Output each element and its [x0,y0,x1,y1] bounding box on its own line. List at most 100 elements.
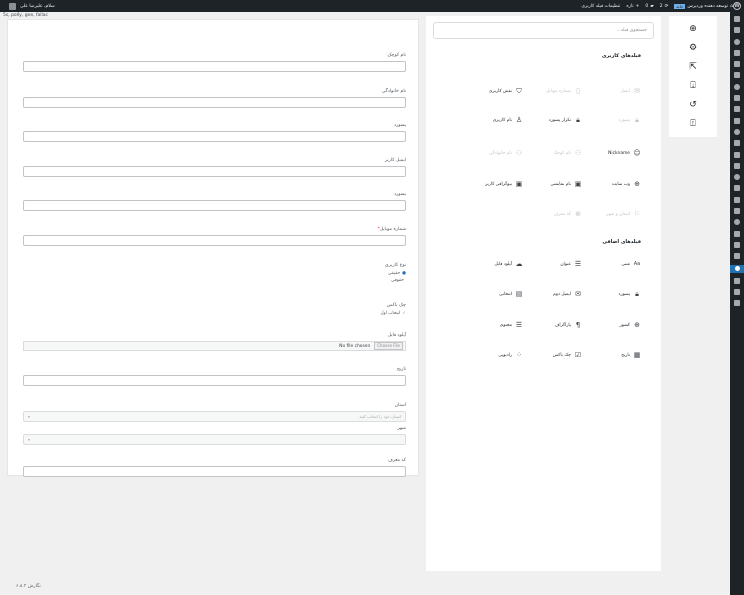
text-input[interactable] [23,97,406,108]
updates-link[interactable]: ⟳ 2 [660,4,669,9]
settings2-icon[interactable] [734,289,740,296]
field-tile[interactable]: ⊕ کشور [583,316,641,334]
admin-bar: W ⌂ توسعه دهنده وردپرس خانه ⟳ 2 ▰ 0 + تا… [0,0,744,12]
cloud-icon[interactable] [734,241,740,248]
cache-icon[interactable] [734,230,740,237]
field-search-input[interactable]: جستجوی فیلد... [433,22,654,39]
users-active-icon[interactable] [730,264,744,273]
field-tile-label: آپلود فایل [494,261,513,267]
select-icon: ▤ [515,290,523,298]
home-icon: ⌂ [730,3,733,9]
field-tile-label: چک باکس [552,352,571,358]
marketing-icon[interactable] [734,128,740,135]
field-tile[interactable]: ✉ ایمیل [583,82,641,100]
radio-dot-icon: ● [402,271,406,276]
field-tile[interactable]: ⛉ نقش کاربری [465,82,523,100]
refresh-icon: ⟳ [664,3,669,9]
feedback-icon[interactable] [734,83,740,90]
field-tile[interactable]: ☰ محتوی [465,316,523,334]
products-icon[interactable] [734,106,740,113]
smile-icon: ☺ [633,149,641,157]
field-tile-label: نام نمایشی [550,181,571,187]
field-tile[interactable]: 🔒︎ پسورد [583,285,641,303]
pin-icon[interactable] [734,38,740,45]
radio-option[interactable]: حقوقی [23,278,406,283]
field-tile[interactable]: 🔒︎ پسورد [583,111,641,129]
select-field[interactable]: ▾ [23,434,406,445]
field-tile[interactable]: ⚇ نام خانوادگی [465,144,523,162]
field-tile[interactable]: ☁ آپلود فایل [465,255,523,273]
comments-icon[interactable] [734,72,740,79]
field-tile[interactable]: ⁘ رادیویی [465,346,523,364]
reset-icon[interactable]: ↺ [688,99,698,111]
text-input[interactable] [23,166,406,177]
file-upload-input[interactable]: Choose File No file chosen [23,341,406,351]
field-tile[interactable]: ¶ پاراگراف [524,316,582,334]
field-tile[interactable]: ☺ Nickname [583,144,641,162]
globe-icon: ⊕ [634,180,640,188]
field-tile[interactable]: ✉ ایمیل دوم [524,285,582,303]
field-tile[interactable]: ☑ چک باکس [524,346,582,364]
field-tile-label: انتخابی [499,291,512,297]
field-tile-label: Nickname [608,150,630,156]
field-tile[interactable]: ⊕ وب سایت [583,175,641,193]
settings-icon[interactable] [734,162,740,169]
form-field: نام کوچک [23,53,406,72]
text-input[interactable] [23,466,406,477]
external-link-icon[interactable]: ⇱ [688,61,698,73]
field-tile[interactable]: ▣ نام نمایشی [524,175,582,193]
field-tile-label: نام کاربری [492,117,512,123]
field-tile[interactable]: ♙ نام کاربری [465,111,523,129]
stats-icon[interactable] [734,27,740,34]
envelope-icon: ✉ [634,87,640,95]
field-tile[interactable]: ⊕ کد معرف [524,205,582,223]
chat-icon[interactable] [734,277,740,284]
collapse-icon[interactable] [734,300,740,307]
field-tile[interactable]: ▣ بیوگرافی کاربر [465,175,523,193]
media-icon[interactable] [734,49,740,56]
tools-icon[interactable] [734,174,740,181]
field-tile[interactable]: 🔒︎ تکرار پسورد [524,111,582,129]
choose-file-button[interactable]: Choose File [374,342,403,350]
links-icon[interactable] [734,219,740,226]
field-tile[interactable]: ☰ عنوان [524,255,582,273]
field-tile-label: بیوگرافی کاربر [485,181,512,187]
text-input[interactable] [23,375,406,386]
field-tile[interactable]: ▦ تاریخ [583,346,641,364]
appearance-icon[interactable] [734,140,740,147]
gear-icon[interactable]: ⚙ [688,42,698,54]
site-name-link[interactable]: ⌂ توسعه دهنده وردپرس خانه [674,3,733,9]
page-label: تنظیمات فیلد کاربری [581,3,621,9]
text-input[interactable] [23,61,406,72]
users-icon[interactable] [734,185,740,192]
field-tile[interactable]: ▤ انتخابی [465,285,523,303]
account-menu[interactable]: سلام، علیرضا علی [9,2,55,10]
screen-meta-text: 5s, polly, gee, fallac [3,13,49,18]
text-input[interactable] [23,235,406,246]
select-field[interactable]: استان خود را انتخاب کنید ▾ [23,411,406,422]
wordpress-logo-icon[interactable]: W [733,2,741,10]
text-input[interactable] [23,131,406,142]
field-tile[interactable]: ⚇ نام کوچک [524,144,582,162]
comments-link[interactable]: ▰ 0 [645,4,653,9]
checkbox-option[interactable]: ✓انتخاب اول [23,311,406,316]
export-icon[interactable]: ⍐ [688,118,698,130]
security-icon[interactable] [734,208,740,215]
forms-icon[interactable] [734,196,740,203]
plugins-icon[interactable] [734,151,740,158]
pages-icon[interactable] [734,61,740,68]
admin-sidebar [730,12,744,595]
dashboard-icon[interactable] [734,16,740,22]
field-tile[interactable]: ▯ شماره موبایل [524,82,582,100]
text-input[interactable] [23,200,406,211]
new-content-link[interactable]: + تازه [626,4,639,9]
current-page-link[interactable]: تنظیمات فیلد کاربری [581,4,620,9]
cloud2-icon[interactable] [734,253,740,260]
plus-circle-icon[interactable]: ⊕ [688,23,698,35]
analytics-icon[interactable] [734,117,740,124]
import-icon[interactable]: ⍗ [688,80,698,92]
radio-option[interactable]: ●حقیقی [23,271,406,276]
field-tile[interactable]: Aa متنی [583,255,641,273]
woo-icon[interactable] [734,95,740,102]
field-tile[interactable]: ⚐ استان و شهر [583,205,641,223]
